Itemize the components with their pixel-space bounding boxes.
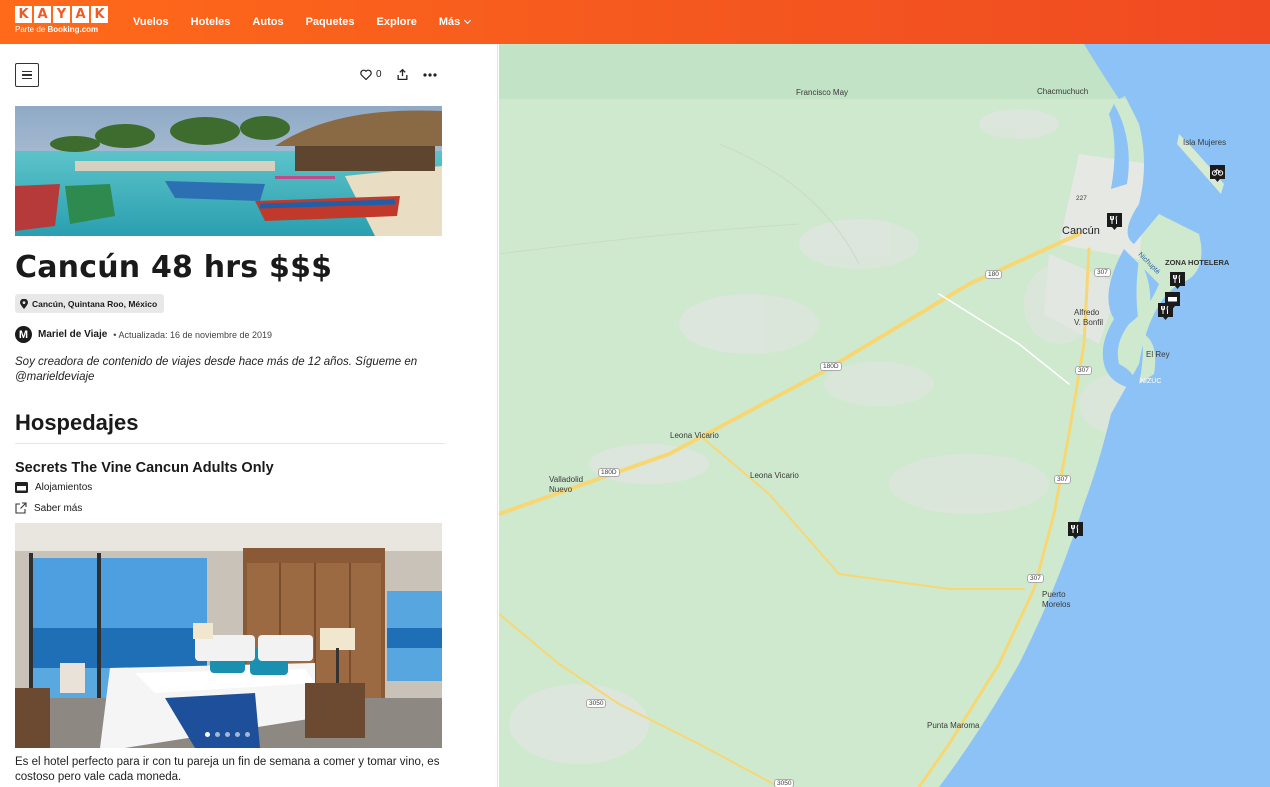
- category-label: Alojamientos: [35, 482, 93, 493]
- road-shield: 307: [1075, 366, 1092, 375]
- trip-actions: 0: [360, 68, 437, 81]
- like-count: 0: [376, 69, 382, 80]
- road-shield: 180: [985, 270, 1002, 279]
- carousel-dot[interactable]: [235, 732, 240, 737]
- restaurant-pin-icon[interactable]: [1067, 521, 1084, 540]
- list-view-button[interactable]: [15, 63, 39, 87]
- carousel-dot[interactable]: [245, 732, 250, 737]
- road-shield: 3050: [774, 779, 795, 787]
- carousel-dot[interactable]: [215, 732, 220, 737]
- map-label-leona-vicario: Leona Vicario: [670, 431, 719, 440]
- external-link-icon: [15, 502, 27, 514]
- share-button[interactable]: [396, 68, 409, 81]
- hotel-name[interactable]: Secrets The Vine Cancun Adults Only: [15, 460, 274, 476]
- author-bio: Soy creadora de contenido de viajes desd…: [15, 356, 418, 383]
- hotel-photo-carousel[interactable]: [15, 523, 442, 748]
- map-label-leona-vicario: Leona Vicario: [750, 471, 799, 480]
- map-label-zona-hotelera: ZONA HOTELERA: [1165, 258, 1230, 267]
- nav-mas[interactable]: Más: [439, 16, 472, 28]
- map-label-chacmuchuch: Chacmuchuch: [1037, 87, 1089, 96]
- map-label-el-rey: El Rey: [1146, 350, 1170, 359]
- more-icon: [422, 72, 437, 77]
- nav-paquetes[interactable]: Paquetes: [306, 16, 355, 28]
- road-shield: 307: [1027, 574, 1044, 583]
- share-icon: [397, 68, 408, 81]
- nav-explore[interactable]: Explore: [377, 16, 417, 28]
- main-nav: Vuelos Hoteles Autos Paquetes Explore Má…: [133, 0, 492, 44]
- map-label-nizuc: NIZUC: [1140, 378, 1162, 385]
- author-name[interactable]: Mariel de Viaje: [38, 329, 107, 340]
- list-icon: [22, 70, 32, 73]
- road-shield: 307: [1094, 268, 1111, 277]
- hotel-category: Alojamientos: [15, 482, 92, 493]
- map-label-isla-mujeres: Isla Mujeres: [1183, 138, 1227, 147]
- top-navigation-bar: K A Y A K Parte de Booking.com Vuelos Ho…: [0, 0, 1270, 44]
- bed-icon: [15, 482, 28, 493]
- chevron-down-icon: [464, 16, 472, 25]
- restaurant-pin-icon[interactable]: [1106, 212, 1123, 231]
- road-shield: 307: [1054, 475, 1071, 484]
- location-badge[interactable]: Cancún, Quintana Roo, México: [15, 294, 165, 313]
- logo-letter: K: [91, 6, 108, 23]
- heart-icon: [360, 69, 372, 80]
- learn-more-link[interactable]: Saber más: [15, 502, 82, 514]
- logo-letter: K: [15, 6, 32, 23]
- carousel-dot[interactable]: [205, 732, 210, 737]
- nav-autos[interactable]: Autos: [252, 16, 283, 28]
- section-heading: Hospedajes: [15, 410, 445, 444]
- more-options-button[interactable]: [422, 72, 437, 77]
- logo-letter: Y: [53, 6, 70, 23]
- logo-subtitle: Parte de Booking.com: [15, 25, 99, 34]
- kayak-logo[interactable]: K A Y A K Parte de Booking.com: [15, 6, 110, 34]
- avatar: M: [15, 326, 32, 343]
- restaurant-pin-icon[interactable]: [1157, 302, 1174, 321]
- road-shield: 180D: [820, 362, 842, 371]
- trip-panel: 0 Cancún 48 hrs $$$ Cancún, Quintana Roo…: [0, 44, 498, 787]
- hotel-description: Es el hotel perfecto para ir con tu pare…: [15, 756, 440, 783]
- map-canvas: [499, 44, 1270, 787]
- updated-date: • Actualizada: 16 de noviembre de 2019: [113, 329, 273, 340]
- learn-more-label: Saber más: [34, 502, 83, 514]
- trip-title: Cancún 48 hrs $$$: [15, 250, 333, 285]
- logo-letter: A: [34, 6, 51, 23]
- location-pin-icon: [20, 298, 28, 309]
- road-shield: 180D: [598, 468, 620, 477]
- map-label-puerto-morelos: Puerto Morelos: [1042, 590, 1071, 609]
- road-number: 227: [1076, 195, 1087, 202]
- trip-cover-image: [15, 106, 442, 236]
- author-row: M Mariel de Viaje • Actualizada: 16 de n…: [15, 326, 272, 343]
- map-label-valladolid-nuevo: Valladolid Nuevo: [549, 475, 584, 494]
- like-button[interactable]: 0: [360, 69, 382, 80]
- nav-vuelos[interactable]: Vuelos: [133, 16, 169, 28]
- nav-hoteles[interactable]: Hoteles: [191, 16, 231, 28]
- location-text: Cancún, Quintana Roo, México: [32, 298, 158, 309]
- map-label-alfredo-bonfil: Alfredo V. Bonfil: [1074, 308, 1104, 327]
- map-label-francisco-may: Francisco May: [796, 88, 849, 97]
- road-shield: 3050: [586, 699, 607, 708]
- logo-letter: A: [72, 6, 89, 23]
- carousel-dot[interactable]: [225, 732, 230, 737]
- carousel-dots: [205, 732, 250, 737]
- bicycle-pin-icon[interactable]: [1209, 164, 1226, 183]
- map-label-punta-maroma: Punta Maroma: [927, 721, 980, 730]
- restaurant-pin-icon[interactable]: [1169, 271, 1186, 290]
- map-view[interactable]: Francisco May Chacmuchuch Isla Mujeres C…: [499, 44, 1270, 787]
- map-label-cancun: Cancún: [1062, 225, 1100, 237]
